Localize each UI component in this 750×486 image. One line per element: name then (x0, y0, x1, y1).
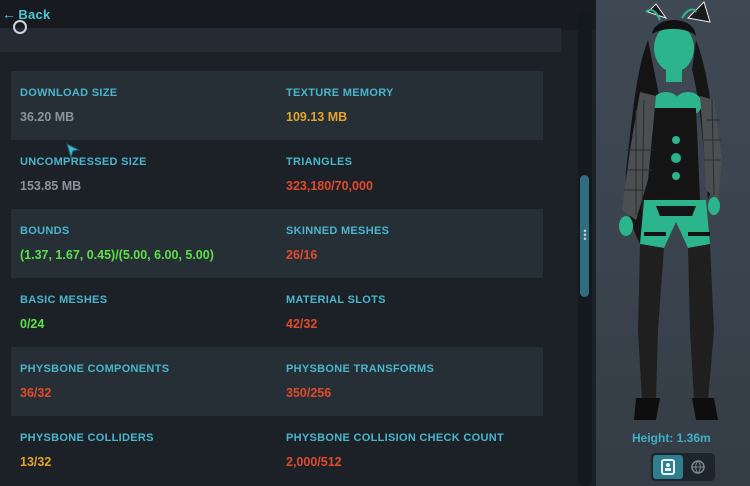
stat-value: 26/16 (286, 248, 318, 262)
stats-row: PHYSBONE COLLIDERS 13/32 PHYSBONE COLLIS… (11, 416, 543, 485)
stat-physbone-colliders: PHYSBONE COLLIDERS 13/32 (20, 416, 276, 485)
stat-label: PHYSBONE TRANSFORMS (286, 363, 435, 375)
stat-value: 0/24 (20, 317, 45, 331)
panel-header (0, 20, 561, 52)
stats-panel: ← Back DOWNLOAD SIZE 36.20 MB TEXTURE ME… (0, 0, 596, 486)
stat-basic-meshes: BASIC MESHES 0/24 (20, 278, 276, 347)
stat-value: 323,180/70,000 (286, 179, 373, 193)
stat-label: TRIANGLES (286, 156, 353, 168)
stats-row: DOWNLOAD SIZE 36.20 MB TEXTURE MEMORY 10… (11, 71, 543, 140)
stat-physbone-components: PHYSBONE COMPONENTS 36/32 (20, 347, 276, 416)
stat-value: 36.20 MB (20, 110, 75, 124)
grip-icon: • • • (583, 226, 587, 244)
stat-label: UNCOMPRESSED SIZE (20, 156, 147, 168)
stat-skinned-meshes: SKINNED MESHES 26/16 (286, 209, 542, 278)
stat-label: MATERIAL SLOTS (286, 294, 386, 306)
stat-value: (1.37, 1.67, 0.45)/(5.00, 6.00, 5.00) (20, 248, 214, 262)
stat-value: 153.85 MB (20, 179, 82, 193)
stat-value: 36/32 (20, 386, 52, 400)
stat-triangles: TRIANGLES 323,180/70,000 (286, 140, 542, 209)
stats-row: BOUNDS (1.37, 1.67, 0.45)/(5.00, 6.00, 5… (11, 209, 543, 278)
stat-value: 13/32 (20, 455, 52, 469)
stat-download-size: DOWNLOAD SIZE 36.20 MB (20, 71, 276, 140)
stat-value: 2,000/512 (286, 455, 342, 469)
stat-label: DOWNLOAD SIZE (20, 87, 118, 99)
height-label: Height: 1.36m (632, 431, 711, 445)
top-bar (0, 0, 596, 30)
stats-row: BASIC MESHES 0/24 MATERIAL SLOTS 42/32 (11, 278, 543, 347)
stat-label: TEXTURE MEMORY (286, 87, 394, 99)
view-toggle (651, 453, 715, 481)
stats-list: DOWNLOAD SIZE 36.20 MB TEXTURE MEMORY 10… (11, 71, 543, 485)
back-button[interactable]: ← Back (0, 0, 61, 28)
stat-label: PHYSBONE COLLIDERS (20, 432, 154, 444)
stat-bounds: BOUNDS (1.37, 1.67, 0.45)/(5.00, 6.00, 5… (20, 209, 276, 278)
stat-label: BASIC MESHES (20, 294, 108, 306)
stat-value: 109.13 MB (286, 110, 348, 124)
stat-uncompressed-size: UNCOMPRESSED SIZE 153.85 MB (20, 140, 276, 209)
stat-label: SKINNED MESHES (286, 225, 390, 237)
mouse-cursor-icon (66, 143, 80, 159)
avatar-card-icon (661, 459, 675, 475)
back-label: Back (18, 6, 51, 22)
avatar-card-button[interactable] (653, 455, 683, 479)
stat-physbone-collision-check-count: PHYSBONE COLLISION CHECK COUNT 2,000/512 (286, 416, 542, 485)
stats-row: PHYSBONE COMPONENTS 36/32 PHYSBONE TRANS… (11, 347, 543, 416)
stat-label: PHYSBONE COMPONENTS (20, 363, 170, 375)
stats-row: UNCOMPRESSED SIZE 153.85 MB TRIANGLES 32… (11, 140, 543, 209)
stat-value: 42/32 (286, 317, 318, 331)
stat-label: BOUNDS (20, 225, 70, 237)
globe-icon (691, 460, 705, 474)
avatar-preview[interactable]: Height: 1.36m (596, 0, 750, 486)
stat-texture-memory: TEXTURE MEMORY 109.13 MB (286, 71, 542, 140)
stat-physbone-transforms: PHYSBONE TRANSFORMS 350/256 (286, 347, 542, 416)
globe-button[interactable] (683, 455, 713, 479)
stat-material-slots: MATERIAL SLOTS 42/32 (286, 278, 542, 347)
back-arrow-icon: ← (2, 6, 17, 22)
stat-label: PHYSBONE COLLISION CHECK COUNT (286, 432, 505, 444)
stat-value: 350/256 (286, 386, 332, 400)
avatar-figure (619, 1, 722, 420)
